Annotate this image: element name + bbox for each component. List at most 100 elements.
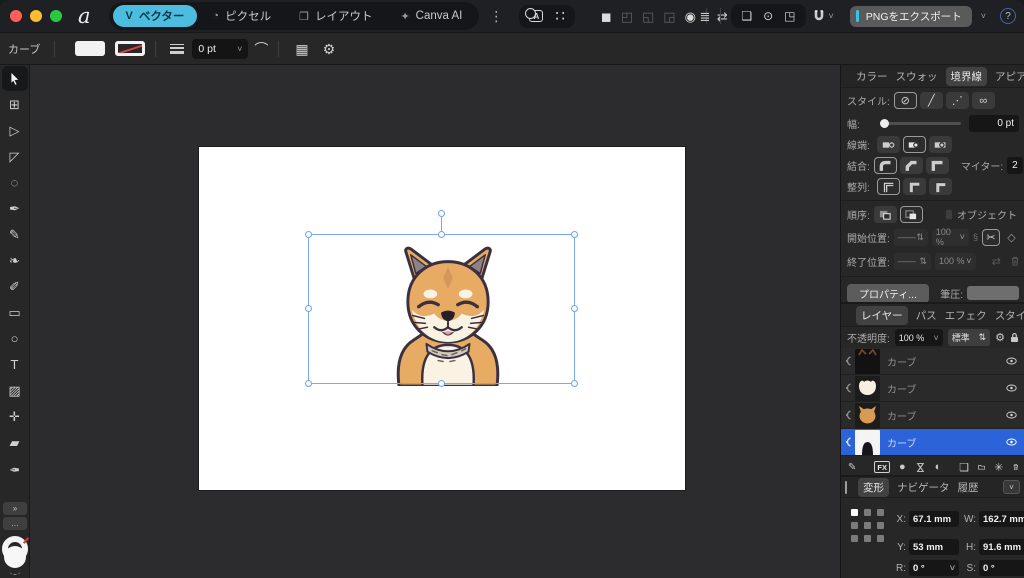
alignment-icon[interactable]: ≣ bbox=[699, 10, 710, 23]
tab-history[interactable]: 履歴 bbox=[958, 480, 979, 495]
transform-tool[interactable]: ◌ bbox=[2, 170, 28, 195]
blend-mode-dropdown[interactable]: 標準 ⇅ bbox=[947, 329, 991, 346]
opacity-dropdown[interactable]: 100 % ˅ bbox=[894, 329, 943, 346]
pattern-icon[interactable]: ✳ bbox=[994, 461, 1003, 474]
order-behind-button[interactable] bbox=[873, 206, 897, 223]
vector-brush-tool[interactable]: ❧ bbox=[2, 248, 28, 273]
tab-layers[interactable]: レイヤー bbox=[856, 305, 908, 325]
rotation-handle[interactable] bbox=[438, 210, 445, 217]
persona-tab-canva-ai[interactable]: ✦ Canva AI bbox=[387, 7, 475, 26]
text-tool[interactable]: T bbox=[2, 352, 28, 377]
persona-tab-vector[interactable]: V ベクター bbox=[112, 5, 198, 27]
y-field[interactable]: 53 mm bbox=[909, 539, 959, 555]
delete-position-icon[interactable] bbox=[1011, 255, 1019, 267]
visibility-eye-icon[interactable] bbox=[1006, 357, 1017, 365]
join-bevel-button[interactable] bbox=[899, 157, 923, 174]
canvas[interactable] bbox=[30, 65, 840, 578]
layer-settings-gear-icon[interactable]: ⚙ bbox=[995, 331, 1005, 344]
start-line-style-dropdown[interactable]: —— ⇅ bbox=[893, 228, 928, 246]
lock-icon[interactable] bbox=[1010, 332, 1019, 343]
point-transform-tool[interactable]: ✛ bbox=[2, 404, 28, 429]
align-inside-button[interactable] bbox=[903, 178, 926, 195]
delete-layer-icon[interactable] bbox=[1013, 461, 1018, 473]
style-brush-button[interactable]: ∞ bbox=[971, 92, 995, 109]
pressure-node-button[interactable]: ◇ bbox=[1004, 229, 1019, 246]
selection-handle-s[interactable] bbox=[438, 380, 445, 387]
w-field[interactable]: 162.7 mm bbox=[979, 511, 1024, 527]
selection-handle-nw[interactable] bbox=[305, 231, 312, 238]
tab-transform[interactable]: 変形 bbox=[858, 477, 889, 497]
persona-tab-layout[interactable]: ❐ レイアウト bbox=[286, 5, 385, 27]
pencil-tool[interactable]: ✎ bbox=[2, 222, 28, 247]
color-picker-tool[interactable]: ✒ bbox=[2, 456, 28, 481]
tab-stroke[interactable]: 境界線 bbox=[945, 66, 987, 86]
link-positions-icon[interactable]: § bbox=[973, 232, 978, 242]
tab-paths[interactable]: パス bbox=[916, 308, 937, 323]
cap-square-button[interactable] bbox=[929, 136, 952, 153]
tab-effects[interactable]: エフェク bbox=[945, 308, 987, 323]
visibility-eye-icon[interactable] bbox=[1006, 384, 1017, 392]
width-value-field[interactable]: 0 pt bbox=[969, 115, 1019, 132]
shape-tool[interactable]: ○ bbox=[2, 326, 28, 351]
style-none-button[interactable]: ⊘ bbox=[893, 92, 917, 109]
anchor-point-selector[interactable] bbox=[849, 507, 886, 545]
stroke-swatch[interactable] bbox=[115, 41, 146, 56]
shear-field[interactable]: 0 ° ˅ bbox=[979, 560, 1024, 576]
style-dashed-button[interactable]: ⋰ bbox=[945, 92, 969, 109]
start-percent-dropdown[interactable]: 100 % ˅ bbox=[931, 227, 969, 247]
paint-brush-tool[interactable]: ✐ bbox=[2, 274, 28, 299]
adjustment-layer-icon[interactable]: ⋈ bbox=[914, 462, 927, 473]
layer-row[interactable]: カーブ bbox=[841, 348, 1024, 375]
add-layer-icon[interactable]: ❑ bbox=[959, 461, 969, 474]
selection-handle-e[interactable] bbox=[571, 305, 578, 312]
edit-layer-icon[interactable]: ✎ bbox=[848, 462, 856, 473]
visibility-eye-icon[interactable] bbox=[1006, 411, 1017, 419]
insert-inside-icon[interactable]: ⊙ bbox=[763, 9, 773, 23]
fill-stroke-selector[interactable] bbox=[0, 536, 30, 576]
selection-handle-sw[interactable] bbox=[305, 380, 312, 387]
join-miter-button[interactable] bbox=[925, 157, 949, 174]
tab-color[interactable]: カラー bbox=[856, 69, 888, 84]
export-png-button[interactable]: PNGをエクスポート bbox=[849, 5, 972, 27]
properties-button[interactable]: プロパティ... bbox=[847, 283, 929, 302]
minimize-button[interactable] bbox=[30, 10, 42, 22]
insert-behind-icon[interactable]: ❏ bbox=[741, 9, 752, 23]
export-options-chevron-icon[interactable]: ˅ bbox=[981, 11, 986, 21]
mask-layer-icon[interactable]: ● bbox=[899, 461, 906, 473]
cap-round-button[interactable] bbox=[903, 136, 926, 153]
pressure-profile-button[interactable] bbox=[967, 286, 1019, 300]
stroke-properties-icon[interactable]: ▦ bbox=[295, 42, 308, 56]
layer-row[interactable]: カーブ bbox=[841, 375, 1024, 402]
live-filter-icon[interactable]: ◐ bbox=[935, 461, 942, 473]
selection-handle-w[interactable] bbox=[305, 305, 312, 312]
boolean-add-icon[interactable]: ◼ bbox=[601, 10, 612, 23]
selection-handle-ne[interactable] bbox=[571, 231, 578, 238]
panel-grip[interactable] bbox=[845, 480, 847, 494]
width-slider[interactable] bbox=[880, 119, 961, 128]
node-tool[interactable]: ▷ bbox=[2, 118, 28, 143]
miter-value-field[interactable]: 2 bbox=[1007, 157, 1023, 174]
style-solid-button[interactable]: ╱ bbox=[919, 92, 943, 109]
cap-butt-button[interactable] bbox=[877, 136, 900, 153]
boolean-combine-icon[interactable]: ◉ bbox=[685, 10, 696, 23]
layer-row[interactable]: カーブ bbox=[841, 402, 1024, 429]
swap-positions-icon[interactable]: ⇄ bbox=[992, 255, 1001, 268]
selection-handle-n[interactable] bbox=[438, 231, 445, 238]
contour-tool[interactable]: ◸ bbox=[2, 144, 28, 169]
fill-swatch[interactable] bbox=[75, 41, 106, 56]
move-tool[interactable] bbox=[1, 66, 28, 91]
tab-navigator[interactable]: ナビゲータ bbox=[897, 480, 950, 495]
grid-toggle-icon[interactable]: ∷ bbox=[555, 9, 565, 24]
close-button[interactable] bbox=[10, 10, 22, 22]
end-percent-dropdown[interactable]: 100 % ˅ bbox=[935, 252, 976, 270]
place-image-tool[interactable]: ▨ bbox=[2, 378, 28, 403]
overflow-menu-icon[interactable]: ⋮ bbox=[489, 8, 503, 25]
artboard-tool[interactable]: ⊞ bbox=[2, 92, 28, 117]
insert-on-top-icon[interactable]: ◳ bbox=[784, 9, 795, 23]
fill-color-circle[interactable] bbox=[4, 546, 26, 568]
persona-tab-pixel[interactable]: ◔ ピクセル bbox=[199, 5, 284, 27]
expand-tools-button[interactable]: » bbox=[3, 502, 27, 515]
stroke-width-dropdown[interactable]: 0 pt ˅ bbox=[192, 38, 249, 59]
panel-menu-chevron-icon[interactable]: ˅ bbox=[1003, 480, 1020, 494]
tab-swatches[interactable]: スウォッ bbox=[896, 69, 938, 84]
